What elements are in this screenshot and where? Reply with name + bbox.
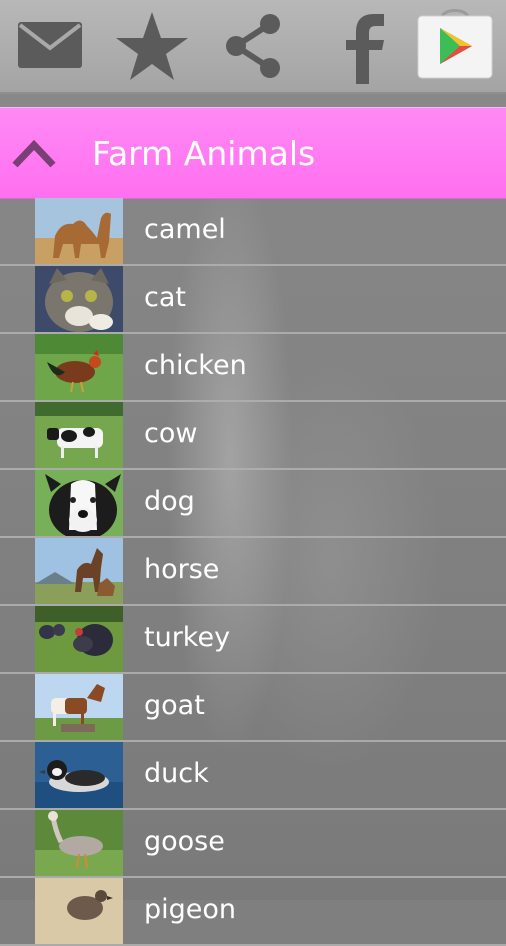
animal-label: goose xyxy=(144,826,225,857)
horse-photo xyxy=(35,538,123,604)
chevron-up-icon[interactable] xyxy=(10,132,58,172)
cat-photo xyxy=(35,266,123,332)
animal-label: turkey xyxy=(144,622,231,653)
goat-photo xyxy=(35,674,123,740)
share-icon[interactable] xyxy=(216,8,292,84)
mail-icon[interactable] xyxy=(12,8,88,84)
chicken-photo xyxy=(35,334,123,400)
facebook-icon[interactable] xyxy=(326,8,402,84)
toolbar xyxy=(0,0,506,94)
list-item-goose[interactable]: goose xyxy=(0,810,506,878)
camel-photo xyxy=(35,198,123,264)
list-item-dog[interactable]: dog xyxy=(0,470,506,538)
animal-label: dog xyxy=(144,486,195,517)
dog-photo xyxy=(35,470,123,536)
category-title: Farm Animals xyxy=(92,134,316,173)
list-item-duck[interactable]: duck xyxy=(0,742,506,810)
animal-label: goat xyxy=(144,690,205,721)
animal-label: pigeon xyxy=(144,894,237,925)
animal-label: cow xyxy=(144,418,198,449)
star-icon[interactable] xyxy=(114,8,190,84)
turkey-photo xyxy=(35,606,123,672)
list-item-camel[interactable]: camel xyxy=(0,198,506,266)
goose-photo xyxy=(35,810,123,876)
category-header[interactable]: Farm Animals xyxy=(0,107,506,199)
animal-label: camel xyxy=(144,214,226,245)
list-item-chicken[interactable]: chicken xyxy=(0,334,506,402)
list-item-turkey[interactable]: turkey xyxy=(0,606,506,674)
animal-label: cat xyxy=(144,282,186,313)
list-item-horse[interactable]: horse xyxy=(0,538,506,606)
cow-photo xyxy=(35,402,123,468)
list-item-pigeon[interactable]: pigeon xyxy=(0,878,506,946)
list-item-cat[interactable]: cat xyxy=(0,266,506,334)
animal-list: camel cat chicken cow dog horse turkey goat duck… xyxy=(0,198,506,946)
pigeon-photo xyxy=(35,878,123,944)
animal-label: chicken xyxy=(144,350,247,381)
play-store-icon[interactable] xyxy=(416,6,494,80)
animal-label: horse xyxy=(144,554,220,585)
animal-label: duck xyxy=(144,758,209,789)
list-item-goat[interactable]: goat xyxy=(0,674,506,742)
list-item-cow[interactable]: cow xyxy=(0,402,506,470)
duck-photo xyxy=(35,742,123,808)
